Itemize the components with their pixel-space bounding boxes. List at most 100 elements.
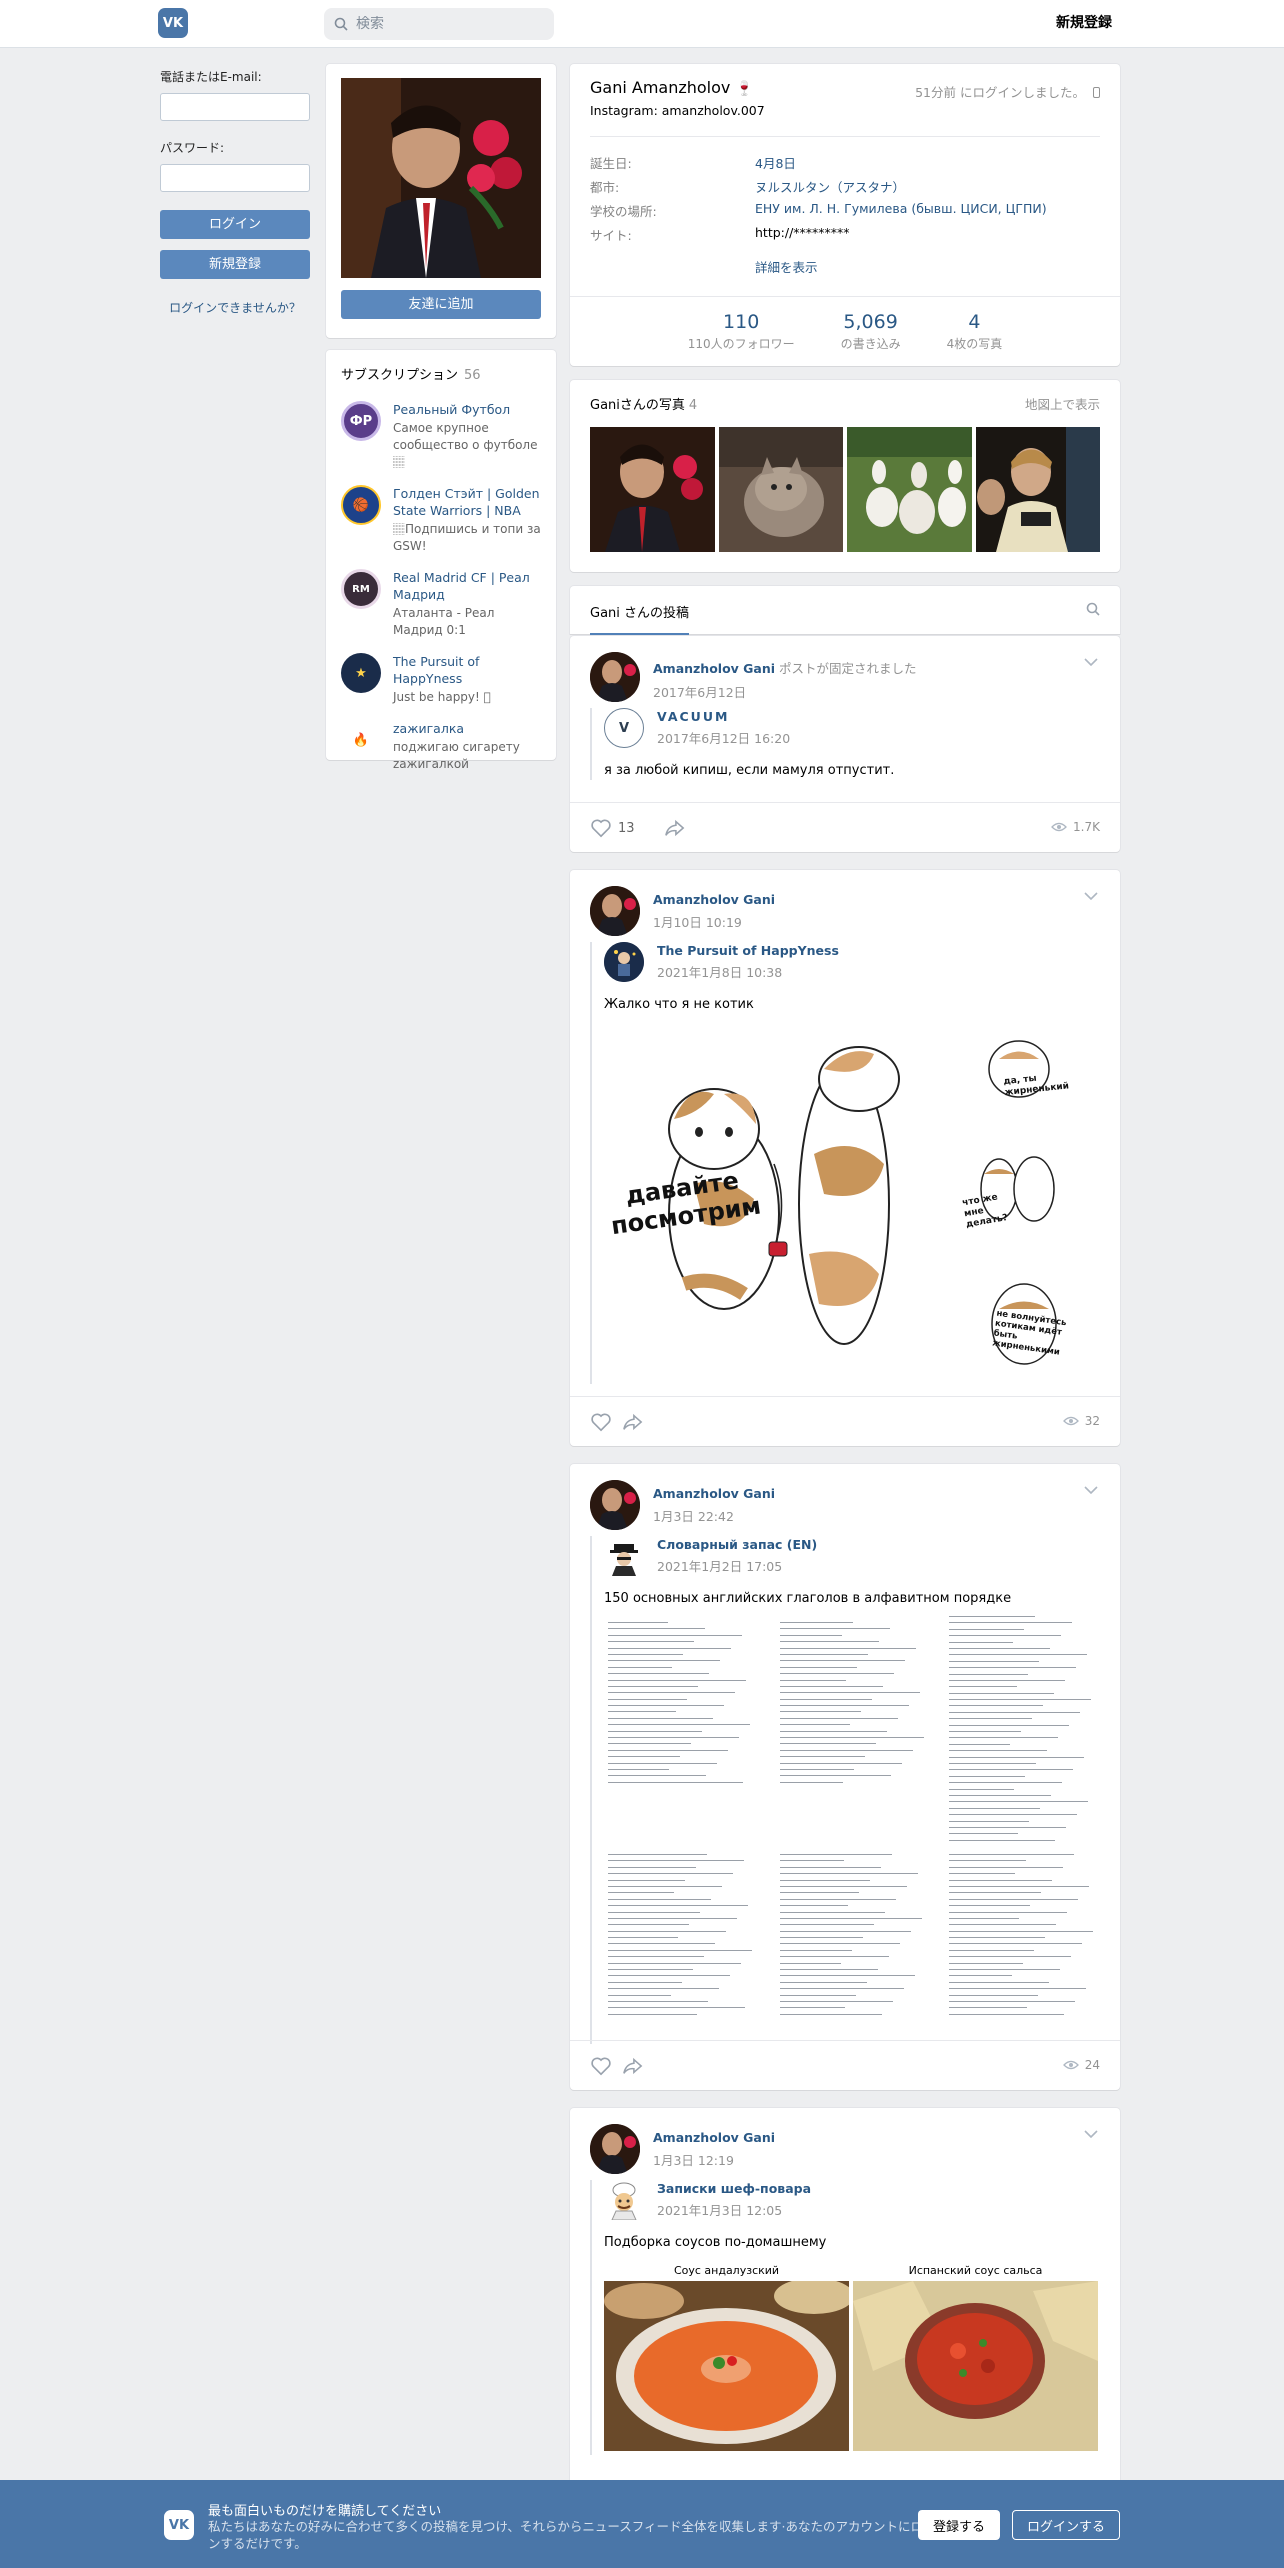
subscription-name[interactable]: Голден Стэйт | Golden State Warriors | N…	[393, 485, 541, 519]
show-details-link[interactable]: 詳細を表示	[755, 257, 1100, 276]
followers-stat[interactable]: 110 110人のフォロワー	[688, 311, 795, 366]
post-author[interactable]: Amanzholov Gani	[653, 2130, 775, 2145]
verbs-list-image[interactable]	[604, 1614, 1104, 2044]
repost-date[interactable]: 2017年6月12日 16:20	[657, 728, 790, 747]
subscription-name[interactable]: Реальный Футбол	[393, 401, 541, 418]
eye-icon	[1062, 1416, 1079, 1426]
chef-notes-avatar[interactable]	[604, 2180, 644, 2220]
password-field[interactable]	[160, 164, 310, 192]
subscription-name[interactable]: zажигалка	[393, 720, 541, 737]
eye-icon	[1062, 2060, 1079, 2070]
register-button[interactable]: 新規登録	[160, 250, 310, 279]
repost-source[interactable]: VACUUM	[657, 709, 790, 724]
search-box[interactable]	[324, 8, 554, 40]
post-date[interactable]: 2017年6月12日	[653, 682, 917, 701]
author-avatar[interactable]	[590, 886, 640, 936]
photo-thumb[interactable]	[718, 427, 843, 552]
login-button[interactable]: ログイン	[160, 210, 310, 239]
post-date[interactable]: 1月3日 22:42	[653, 1506, 775, 1525]
post-author[interactable]: Amanzholov Gani	[653, 892, 775, 907]
text-line	[949, 1860, 1026, 1862]
subscription-item[interactable]: 🔥 zажигалка поджигаю сигарету zажигалкой	[341, 720, 541, 773]
wall-post: Amanzholov Gani 1月3日 22:42 Словарный зап…	[570, 1464, 1120, 2090]
photo-thumb[interactable]	[975, 427, 1100, 552]
photos-title[interactable]: Ganiさんの写真 4	[590, 394, 697, 413]
post-author[interactable]: Amanzholov Gani ポストが固定されました	[653, 658, 917, 677]
subscriptions-title[interactable]: サブスクリプション 56	[341, 364, 541, 383]
repost: Записки шеф-повара 2021年1月3日 12:05 Подбор…	[590, 2180, 1100, 2455]
text-line	[608, 1962, 741, 1964]
repost-date[interactable]: 2021年1月2日 17:05	[657, 1556, 817, 1575]
site-link[interactable]: http://*********	[755, 225, 850, 249]
text-line	[780, 1937, 863, 1939]
register-link[interactable]: 新規登録	[1056, 12, 1112, 32]
subscription-item[interactable]: ★ The Pursuit of HappYness Just be happy!…	[341, 653, 541, 706]
text-line	[608, 1956, 704, 1958]
forgot-login-link[interactable]: ログインできませんか？	[160, 299, 310, 316]
pursuit-avatar[interactable]	[604, 942, 644, 982]
text-line	[949, 1692, 1054, 1694]
verbs-column	[608, 1854, 758, 2020]
share-icon[interactable]	[622, 2056, 644, 2076]
vacuum-avatar[interactable]: V	[604, 708, 644, 748]
search-icon[interactable]	[1086, 602, 1100, 616]
like-button[interactable]	[590, 1412, 612, 1432]
tab-user-posts[interactable]: Gani さんの投稿	[590, 602, 690, 635]
author-avatar[interactable]	[590, 652, 640, 702]
show-on-map-link[interactable]: 地図上で表示	[1025, 394, 1100, 413]
text-line	[608, 1988, 719, 1990]
repost-source[interactable]: Записки шеф-повара	[657, 2181, 811, 2196]
subscription-item[interactable]: ФР Реальный Футбол Самое крупное сообщест…	[341, 401, 541, 471]
post-date[interactable]: 1月3日 12:19	[653, 2150, 775, 2169]
repost-source[interactable]: Словарный запас (EN)	[657, 1537, 817, 1552]
photos-card: Ganiさんの写真 4 地図上で表示	[570, 380, 1120, 572]
repost-date[interactable]: 2021年1月8日 10:38	[657, 962, 839, 981]
repost-source[interactable]: The Pursuit of HappYness	[657, 943, 839, 958]
banner-login-button[interactable]: ログインする	[1012, 2510, 1120, 2540]
birthday-link[interactable]: 4月8日	[755, 153, 796, 177]
vocabulary-avatar[interactable]	[604, 1536, 644, 1576]
share-icon[interactable]	[622, 1412, 644, 1432]
post-image[interactable]: Соус андалузский Испанский соус сальса	[604, 2264, 1100, 2455]
add-friend-button[interactable]: 友達に追加	[341, 290, 541, 319]
photo-thumb[interactable]	[590, 427, 715, 552]
profile-photo[interactable]	[341, 78, 541, 278]
like-button[interactable]: 13	[590, 818, 635, 838]
text-line	[949, 1873, 1015, 1875]
stat-label: の書き込み	[840, 337, 901, 351]
search-input[interactable]	[356, 16, 536, 32]
subscription-item[interactable]: RM Real Madrid CF | Реал Мадрид Аталанта …	[341, 569, 541, 639]
chevron-down-icon[interactable]	[1084, 2130, 1098, 2138]
post-date[interactable]: 1月10日 10:19	[653, 912, 775, 931]
text-line	[608, 1911, 700, 1913]
banner-register-button[interactable]: 登録する	[918, 2510, 1000, 2540]
chevron-down-icon[interactable]	[1084, 892, 1098, 900]
vk-logo[interactable]: VK	[158, 8, 188, 38]
chevron-down-icon[interactable]	[1084, 1486, 1098, 1494]
text-line	[608, 1711, 676, 1713]
like-button[interactable]	[590, 2056, 612, 2076]
text-line	[949, 1711, 1080, 1713]
share-icon[interactable]	[664, 818, 686, 838]
school-link[interactable]: ЕНУ им. Л. Н. Гумилева (бывш. ЦИСИ, ЦГПИ…	[755, 201, 1047, 225]
subscription-name[interactable]: The Pursuit of HappYness	[393, 653, 541, 687]
author-avatar[interactable]	[590, 2124, 640, 2174]
posts-stat[interactable]: 5,069 の書き込み	[841, 311, 901, 366]
post-image[interactable]: давайте посмотрим да, ты жирненький что …	[604, 1024, 1114, 1384]
text-line	[780, 1717, 898, 1719]
photo-thumb[interactable]	[847, 427, 972, 552]
photos-stat[interactable]: 4 4枚の写真	[947, 311, 1003, 366]
subscription-item[interactable]: 🏀 Голден Стэйт | Golden State Warriors |…	[341, 485, 541, 555]
profile-status: Instagram: amanzholov.007	[590, 103, 765, 118]
password-label: パスワード:	[160, 141, 225, 155]
text-line	[949, 1788, 1014, 1790]
repost: The Pursuit of HappYness 2021年1月8日 10:38 …	[590, 942, 1114, 1384]
repost-date[interactable]: 2021年1月3日 12:05	[657, 2200, 811, 2219]
post-author[interactable]: Amanzholov Gani	[653, 1486, 775, 1501]
text-line	[949, 1820, 1029, 1822]
chevron-down-icon[interactable]	[1084, 658, 1098, 666]
author-avatar[interactable]	[590, 1480, 640, 1530]
subscription-name[interactable]: Real Madrid CF | Реал Мадрид	[393, 569, 541, 603]
email-field[interactable]	[160, 93, 310, 121]
city-link[interactable]: ヌルスルタン（アスタナ）	[755, 177, 905, 201]
